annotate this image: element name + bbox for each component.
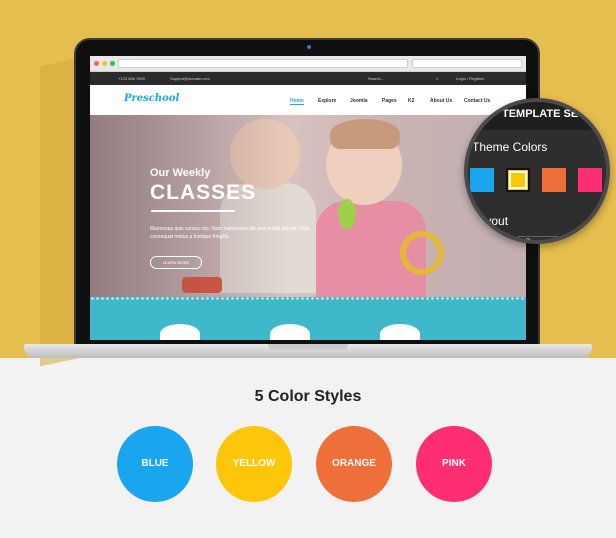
settings-header: TEMPLATE SETTINGS [468, 102, 610, 130]
background-bottom [0, 358, 616, 538]
site-search-input[interactable]: Search... [368, 76, 384, 81]
nav-joomla[interactable]: Joomla [350, 98, 368, 104]
toy-image [338, 199, 356, 229]
browser-toolbar [90, 56, 526, 72]
site-navbar: Preschool Home Explore Joomla Pages K2 A… [90, 85, 526, 115]
email-text[interactable]: Support@domain.com [170, 76, 210, 81]
theme-colors-label: Theme Colors [472, 140, 548, 154]
laptop-screen: +123 456 7890 Support@domain.com Search.… [90, 56, 526, 340]
tambourine-image [400, 231, 444, 275]
swatch-pink[interactable] [578, 168, 602, 192]
hero-overlay [90, 115, 290, 297]
nav-home[interactable]: Home [290, 98, 304, 105]
phone-text: +123 456 7890 [118, 76, 145, 81]
nav-k2[interactable]: K2 [408, 98, 414, 104]
hero-bottom-strip [90, 297, 526, 327]
learn-more-button[interactable]: LEARN MORE [150, 256, 202, 269]
minimize-icon[interactable] [102, 61, 107, 66]
hero-text: Maecenas quis cursus nisi. Nam malesuada… [150, 226, 310, 240]
browser-search-bar[interactable] [412, 59, 522, 68]
address-bar[interactable] [118, 59, 408, 68]
hero-title: CLASSES [150, 181, 257, 204]
nav-about-us[interactable]: About Us [430, 98, 452, 104]
nav-pages[interactable]: Pages [382, 98, 397, 104]
maximize-icon[interactable] [110, 61, 115, 66]
nav-explore[interactable]: Explore [318, 98, 336, 104]
login-link[interactable]: Login / Register [456, 76, 484, 81]
hero-image-girl-hair [330, 119, 400, 149]
color-style-yellow: YELLOW [216, 426, 292, 502]
settings-magnifier: TEMPLATE SETTINGS Theme Colors Layout Bo… [464, 98, 610, 244]
layout-label: Layout [472, 214, 509, 228]
swatch-orange[interactable] [542, 168, 566, 192]
strip-pattern [90, 297, 526, 300]
site-topbar: +123 456 7890 Support@domain.com Search.… [90, 72, 526, 85]
hero-banner: Our Weekly CLASSES Maecenas quis cursus … [90, 115, 526, 297]
camera-icon [307, 45, 311, 49]
window-controls [94, 61, 115, 66]
color-style-orange: ORANGE [316, 426, 392, 502]
color-style-blue: BLUE [117, 426, 193, 502]
cloud-shape [270, 324, 310, 340]
site-logo[interactable]: Preschool [124, 93, 179, 104]
close-icon[interactable] [94, 61, 99, 66]
swatch-blue[interactable] [470, 168, 494, 192]
hero-subtitle: Our Weekly [150, 167, 211, 179]
laptop-notch [268, 344, 348, 350]
color-style-pink: PINK [416, 426, 492, 502]
swatch-yellow[interactable] [506, 168, 530, 192]
hero-divider [151, 210, 235, 212]
settings-title: TEMPLATE SETTINGS [502, 108, 610, 120]
search-icon[interactable]: ⌕ [436, 76, 438, 81]
cloud-shape [160, 324, 200, 340]
section-title: 5 Color Styles [254, 388, 362, 405]
cloud-shape [380, 324, 420, 340]
